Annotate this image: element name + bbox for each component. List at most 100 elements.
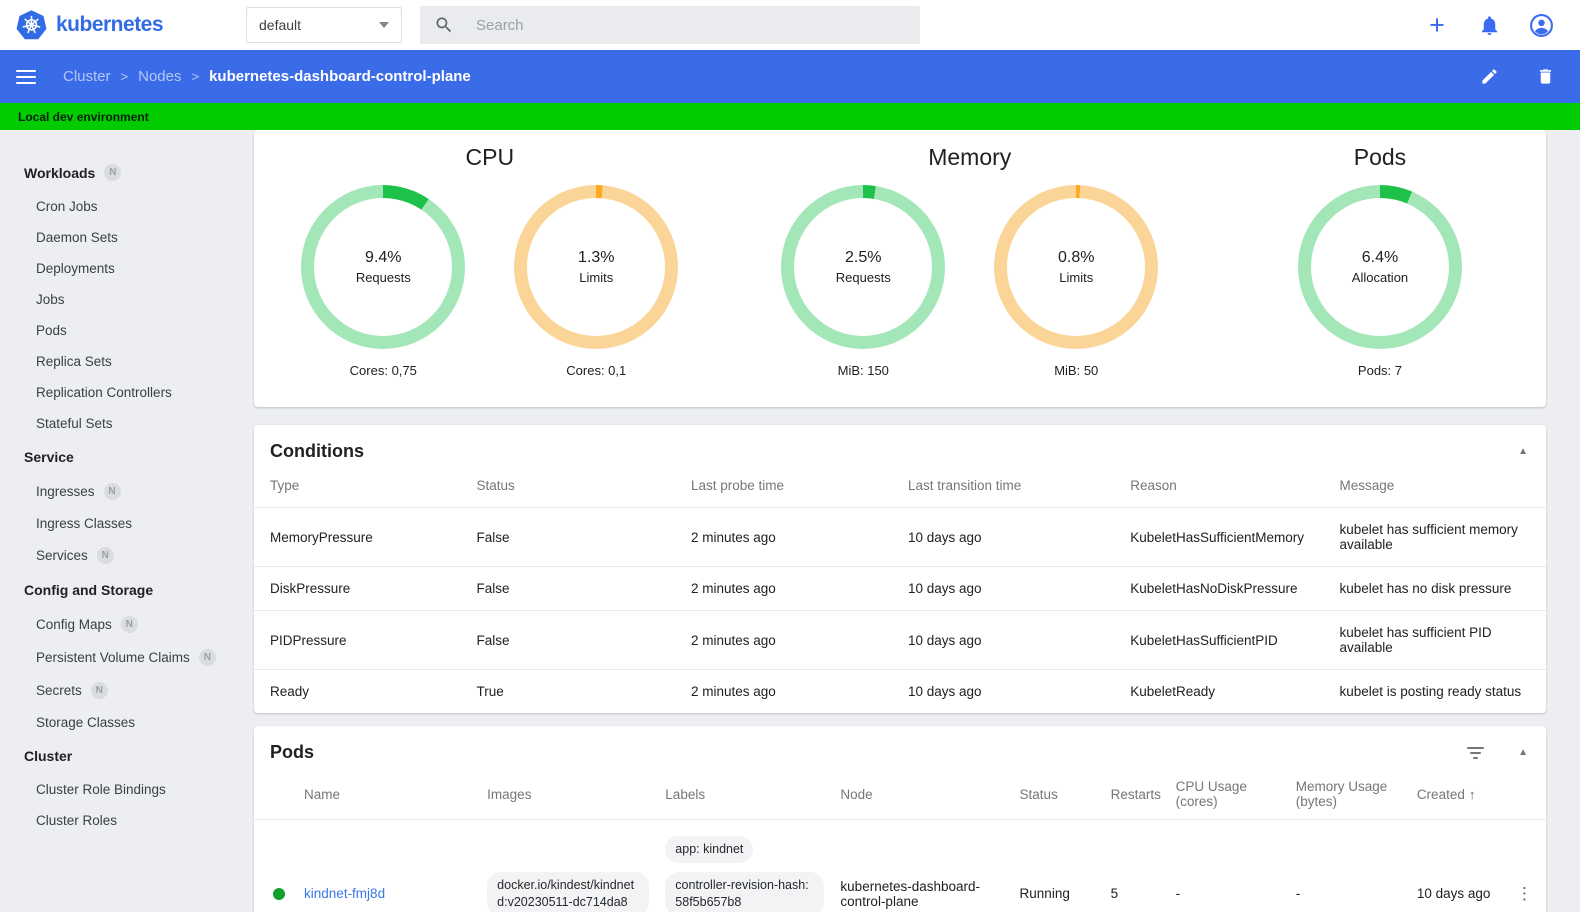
sidebar-item-storage-classes[interactable]: Storage Classes: [0, 707, 246, 738]
column-header[interactable]: Created ↑: [1409, 771, 1508, 820]
condition-cell: False: [468, 610, 683, 670]
condition-cell: False: [468, 507, 683, 567]
pod-cpu-usage: -: [1167, 819, 1288, 912]
create-resource-button[interactable]: +: [1424, 10, 1450, 40]
pod-menu-icon[interactable]: ⋮: [1516, 885, 1533, 902]
column-header: Restarts: [1110, 786, 1161, 802]
pencil-icon: [1481, 69, 1497, 84]
donut-center: 6.4% Allocation: [1310, 198, 1449, 336]
pod-labels: app: kindnet controller-revision-hash: 58…: [665, 836, 825, 912]
column-header: Last transition time: [907, 478, 1022, 493]
collapse-icon[interactable]: ▲: [1518, 446, 1528, 457]
search-input[interactable]: [476, 16, 856, 34]
condition-cell: 10 days ago: [899, 610, 1123, 670]
column-header: Status: [476, 478, 515, 493]
donut-label: Requests: [835, 270, 891, 285]
conditions-title: Conditions: [270, 441, 364, 461]
namespace-value: default: [259, 17, 302, 33]
sidebar-section-label: Service: [24, 449, 74, 465]
sidebar-item-jobs[interactable]: Jobs: [0, 284, 246, 315]
sidebar-item-persistent-volume-claims[interactable]: Persistent Volume Claims N: [0, 641, 246, 674]
sidebar-item-label: Services: [36, 548, 88, 563]
sidebar-item-secrets[interactable]: Secrets N: [0, 674, 246, 707]
app-header: kubernetes default +: [0, 0, 1580, 50]
sort-ascending-icon: ↑: [1468, 786, 1476, 802]
pod-name-link[interactable]: kindnet-fmj8d: [304, 886, 385, 901]
column-header: Reason: [1130, 478, 1177, 493]
kubernetes-logo[interactable]: kubernetes: [16, 10, 246, 40]
condition-cell: KubeletHasSufficientPID: [1122, 610, 1332, 670]
sidebar-item-cluster-role-bindings[interactable]: Cluster Role Bindings: [0, 774, 246, 805]
donut-memory-limits: 0.8% Limits MiB: 50: [994, 185, 1159, 378]
sidebar-item-stateful-sets[interactable]: Stateful Sets: [0, 408, 246, 439]
donut-label: Requests: [355, 270, 411, 285]
donut-row: 9.4% Requests Cores: 0,75 1.3% Limits Cores: …: [301, 185, 679, 378]
collapse-icon[interactable]: ▲: [1518, 747, 1528, 758]
sidebar-item-replication-controllers[interactable]: Replication Controllers: [0, 377, 246, 408]
sidebar-section-label: Workloads: [24, 164, 96, 181]
user-account-button[interactable]: [1528, 12, 1554, 38]
breadcrumb-cluster[interactable]: Cluster: [63, 68, 111, 85]
pod-memory-usage: -: [1287, 819, 1409, 912]
pods-table: Name Images Labels Node Status Restarts CPU Us…: [254, 771, 1546, 912]
update-badge: N: [104, 164, 122, 181]
menu-icon[interactable]: [16, 69, 36, 84]
chart-group-title: CPU: [465, 144, 515, 170]
breadcrumb: Cluster > Nodes > kubernetes-dashboard-c…: [63, 68, 471, 85]
sidebar-item-cron-jobs[interactable]: Cron Jobs: [0, 191, 246, 222]
donut-row: 2.5% Requests MiB: 150 0.8% Limits MiB: 50: [781, 185, 1159, 378]
condition-cell: 10 days ago: [899, 669, 1123, 713]
column-header: Message: [1339, 478, 1395, 493]
sidebar-item-label: Replica Sets: [36, 354, 112, 369]
column-header: Memory Usage (bytes): [1295, 779, 1388, 809]
condition-cell: kubelet has no disk pressure: [1331, 566, 1546, 611]
breadcrumb-nodes[interactable]: Nodes: [138, 68, 181, 85]
filter-icon[interactable]: [1467, 743, 1485, 763]
condition-cell: KubeletHasSufficientMemory: [1122, 507, 1332, 567]
namespace-selector[interactable]: default: [246, 7, 402, 43]
condition-cell: kubelet has sufficient memory available: [1331, 507, 1546, 567]
sidebar-section-label: Config and Storage: [24, 582, 154, 598]
chart-group-cpu: CPU 9.4% Requests Cores: 0,75 1.3% Limits Core…: [254, 136, 726, 407]
sidebar-item-label: Deployments: [36, 261, 115, 276]
sidebar-section-service: Service: [0, 439, 246, 475]
sidebar-item-ingresses[interactable]: Ingresses N: [0, 475, 246, 508]
sidebar-item-cluster-roles[interactable]: Cluster Roles: [0, 805, 246, 836]
sidebar-item-deployments[interactable]: Deployments: [0, 253, 246, 284]
sidebar-item-daemon-sets[interactable]: Daemon Sets: [0, 222, 246, 253]
condition-cell: kubelet is posting ready status: [1331, 669, 1546, 713]
search-bar[interactable]: [420, 6, 920, 44]
condition-row: PIDPressure False 2 minutes ago 10 days ago…: [254, 610, 1546, 670]
sidebar-item-label: Jobs: [36, 292, 65, 307]
chart-group-memory: Memory 2.5% Requests MiB: 150 0.8% Limits MiB:…: [726, 136, 1214, 407]
search-icon: [436, 17, 452, 33]
sidebar-item-replica-sets[interactable]: Replica Sets: [0, 346, 246, 377]
sidebar-item-pods[interactable]: Pods: [0, 315, 246, 346]
sidebar-item-label: Pods: [36, 323, 67, 338]
column-header-menu: [1508, 771, 1546, 820]
sidebar-item-services[interactable]: Services N: [0, 539, 246, 572]
edit-button[interactable]: [1476, 64, 1502, 90]
sidebar-item-label: Stateful Sets: [36, 416, 113, 431]
sidebar-item-label: Cluster Role Bindings: [36, 782, 166, 797]
condition-cell: KubeletHasNoDiskPressure: [1122, 566, 1332, 611]
notifications-button[interactable]: [1476, 12, 1502, 38]
pod-status: Running: [1011, 819, 1103, 912]
main-content: CPU 9.4% Requests Cores: 0,75 1.3% Limits Core…: [246, 130, 1580, 912]
sidebar-item-config-maps[interactable]: Config Maps N: [0, 608, 246, 641]
sidebar-item-ingress-classes[interactable]: Ingress Classes: [0, 508, 246, 539]
sidebar-item-label: Cluster Roles: [36, 813, 118, 828]
column-header: Last probe time: [690, 478, 784, 493]
environment-banner-text: Local dev environment: [18, 109, 149, 124]
account-circle-icon: [1529, 13, 1553, 37]
column-header: Type: [270, 478, 300, 493]
delete-button[interactable]: [1532, 64, 1558, 90]
donut-ring: 2.5% Requests: [781, 185, 946, 349]
logo-wordmark: kubernetes: [56, 13, 164, 36]
donut-center: 0.8% Limits: [1007, 198, 1146, 336]
chevron-down-icon: [379, 22, 389, 28]
donut-caption: Cores: 0,1: [566, 363, 627, 378]
update-badge: N: [103, 483, 121, 500]
plus-icon: +: [1429, 10, 1445, 40]
condition-row: DiskPressure False 2 minutes ago 10 days ag…: [254, 566, 1546, 611]
